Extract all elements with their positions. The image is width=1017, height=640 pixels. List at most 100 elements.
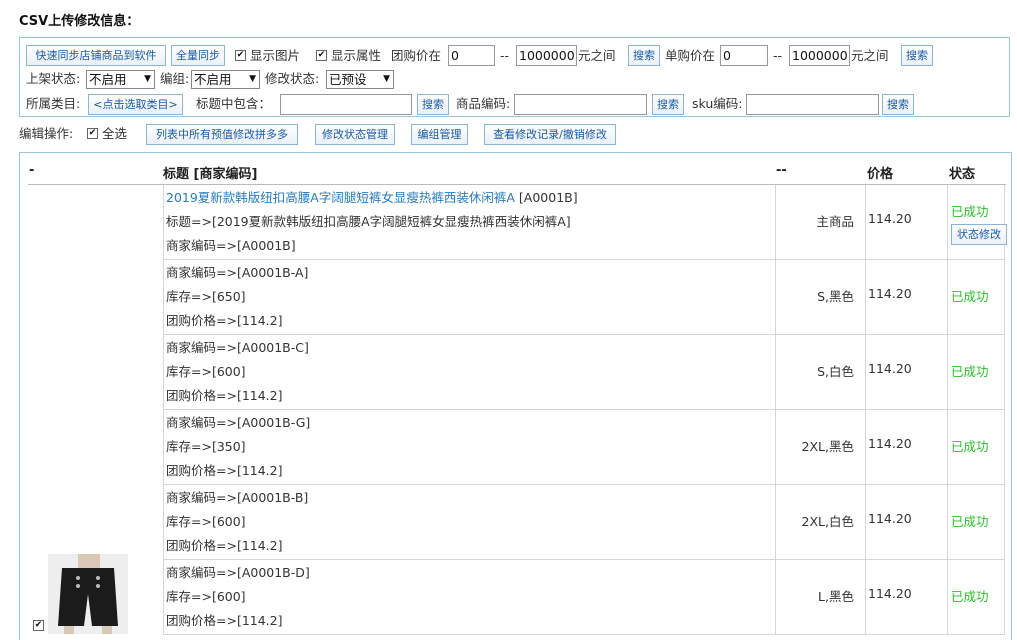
show-attr-checkbox[interactable]: ✔: [316, 50, 327, 61]
product-code-label: 商品编码:: [456, 96, 511, 111]
cell-divider: [947, 185, 948, 259]
cell-divider: [947, 485, 948, 559]
main-title-line: 2019夏新款韩版纽扣高腰A字阔腿短裤女显瘦热裤西装休闲裤A [A0001B]: [166, 186, 578, 210]
col-header-title: 标题 [商家编码]: [163, 167, 258, 182]
group-value: 不启用: [194, 72, 232, 87]
cell-divider: [865, 335, 866, 409]
sku-search-button[interactable]: 搜索: [882, 94, 914, 115]
table-row: 商家编码=>[A0001B-C] 库存=>[600] 团购价格=>[114.2] S,…: [163, 335, 1005, 410]
chevron-down-icon: ▼: [249, 74, 256, 84]
cell-divider: [775, 410, 776, 484]
status-modify-button[interactable]: 状态修改: [951, 224, 1007, 245]
table-row: 商家编码=>[A0001B-D] 库存=>[600] 团购价格=>[114.2] L,…: [163, 560, 1005, 635]
sku-code-input[interactable]: [746, 94, 879, 115]
variant-stock: 库存=>[650]: [166, 289, 246, 304]
variant-stock: 库存=>[350]: [166, 439, 246, 454]
main-title-detail: 标题=>[2019夏新款韩版纽扣高腰A字阔腿短裤女显瘦热裤西装休闲裤A]: [166, 214, 571, 229]
unit-price-label: 单购价在: [665, 48, 716, 63]
table-row: 商家编码=>[A0001B-A] 库存=>[650] 团购价格=>[114.2] S,…: [163, 260, 1005, 335]
status-value: 已成功: [951, 204, 989, 219]
row-select-checkbox[interactable]: ✔: [33, 620, 44, 631]
cell-divider: [865, 260, 866, 334]
title-contains-input[interactable]: [280, 94, 412, 115]
product-code-input[interactable]: [514, 94, 647, 115]
variant-group-price: 团购价格=>[114.2]: [166, 388, 283, 403]
sync-shop-button[interactable]: 快速同步店铺商品到软件: [26, 45, 166, 66]
variant-group-price: 团购价格=>[114.2]: [166, 313, 283, 328]
shorts-image-icon: [48, 554, 128, 634]
edit-ops-label: 编辑操作:: [19, 126, 74, 141]
unit-price-min-input[interactable]: 0: [720, 45, 768, 66]
variant-code: 商家编码=>[A0001B-B]: [166, 490, 309, 505]
status-value: 已成功: [951, 289, 989, 304]
listing-status-label: 上架状态:: [26, 71, 81, 86]
variant-group-price: 团购价格=>[114.2]: [166, 463, 283, 478]
group-price-search-button[interactable]: 搜索: [628, 45, 660, 66]
cell-divider: [775, 185, 776, 259]
cell-divider: [865, 560, 866, 634]
spec-value: 2XL,白色: [801, 514, 854, 529]
product-code-search-button[interactable]: 搜索: [652, 94, 684, 115]
unit-price-search-button[interactable]: 搜索: [901, 45, 933, 66]
group-price-label: 团购价在: [391, 48, 442, 63]
cell-divider: [947, 260, 948, 334]
cell-divider: [947, 335, 948, 409]
cell-divider: [865, 485, 866, 559]
history-button[interactable]: 查看修改记录/撤销修改: [484, 124, 616, 145]
cell-divider: [947, 560, 948, 634]
price-value: 114.20: [868, 361, 912, 376]
table-row: 商家编码=>[A0001B-B] 库存=>[600] 团购价格=>[114.2] 2X…: [163, 485, 1005, 560]
variant-code: 商家编码=>[A0001B-C]: [166, 340, 309, 355]
variant-stock: 库存=>[600]: [166, 364, 246, 379]
product-table: - 标题 [商家编码] -- 价格 状态 2019夏新款韩版纽扣高腰A字阔腿短裤…: [19, 152, 1012, 640]
cell-divider: [947, 410, 948, 484]
status-value: 已成功: [951, 364, 989, 379]
product-thumbnail[interactable]: [48, 554, 128, 634]
group-price-unit: 元之间: [578, 48, 616, 63]
show-image-label: 显示图片: [250, 48, 301, 63]
group-label: 编组:: [160, 71, 190, 86]
variant-stock: 库存=>[600]: [166, 514, 246, 529]
cell-divider: [775, 335, 776, 409]
variant-stock: 库存=>[600]: [166, 589, 246, 604]
cell-divider: [865, 185, 866, 259]
table-row-main: 2019夏新款韩版纽扣高腰A字阔腿短裤女显瘦热裤西装休闲裤A [A0001B] …: [163, 185, 1007, 260]
variant-code: 商家编码=>[A0001B-G]: [166, 415, 311, 430]
full-sync-button[interactable]: 全量同步: [171, 45, 225, 66]
page-title: CSV上传修改信息：: [19, 14, 140, 29]
product-code: [A0001B]: [518, 190, 578, 205]
title-search-button[interactable]: 搜索: [417, 94, 449, 115]
modify-status-label: 修改状态:: [265, 71, 320, 86]
cell-divider: [775, 260, 776, 334]
modify-status-value: 已预设: [329, 72, 367, 87]
show-image-checkbox[interactable]: ✔: [235, 50, 246, 61]
price-value: 114.20: [868, 511, 912, 526]
group-price-separator: --: [500, 48, 510, 63]
select-all-checkbox[interactable]: ✔: [87, 128, 98, 139]
cell-divider: [775, 560, 776, 634]
apply-preset-button[interactable]: 列表中所有预值修改拼多多: [146, 124, 298, 145]
price-value: 114.20: [868, 586, 912, 601]
chevron-down-icon: ▼: [144, 74, 151, 84]
price-value: 114.20: [868, 211, 912, 226]
variant-group-price: 团购价格=>[114.2]: [166, 538, 283, 553]
group-price-min-input[interactable]: 0: [448, 45, 495, 66]
spec-value: S,黑色: [817, 289, 854, 304]
unit-price-max-input[interactable]: 1000000: [789, 45, 850, 66]
listing-status-select[interactable]: 不启用 ▼: [86, 70, 155, 89]
product-title-link[interactable]: 2019夏新款韩版纽扣高腰A字阔腿短裤女显瘦热裤西装休闲裤A: [166, 190, 515, 205]
modify-status-select[interactable]: 已预设 ▼: [326, 70, 394, 89]
col-header-spec: --: [776, 163, 787, 178]
col-header-price: 价格: [867, 167, 894, 182]
spec-value: 2XL,黑色: [801, 439, 854, 454]
title-contains-label: 标题中包含：: [196, 96, 272, 111]
group-select[interactable]: 不启用 ▼: [191, 70, 260, 89]
select-category-button[interactable]: <点击选取类目>: [88, 94, 183, 115]
status-manage-button[interactable]: 修改状态管理: [315, 124, 395, 145]
variant-code: 商家编码=>[A0001B-A]: [166, 265, 309, 280]
group-price-max-input[interactable]: 1000000: [516, 45, 577, 66]
group-manage-button[interactable]: 编组管理: [411, 124, 468, 145]
variant-group-price: 团购价格=>[114.2]: [166, 613, 283, 628]
table-row: 商家编码=>[A0001B-G] 库存=>[350] 团购价格=>[114.2] 2X…: [163, 410, 1005, 485]
spec-value: L,黑色: [818, 589, 854, 604]
